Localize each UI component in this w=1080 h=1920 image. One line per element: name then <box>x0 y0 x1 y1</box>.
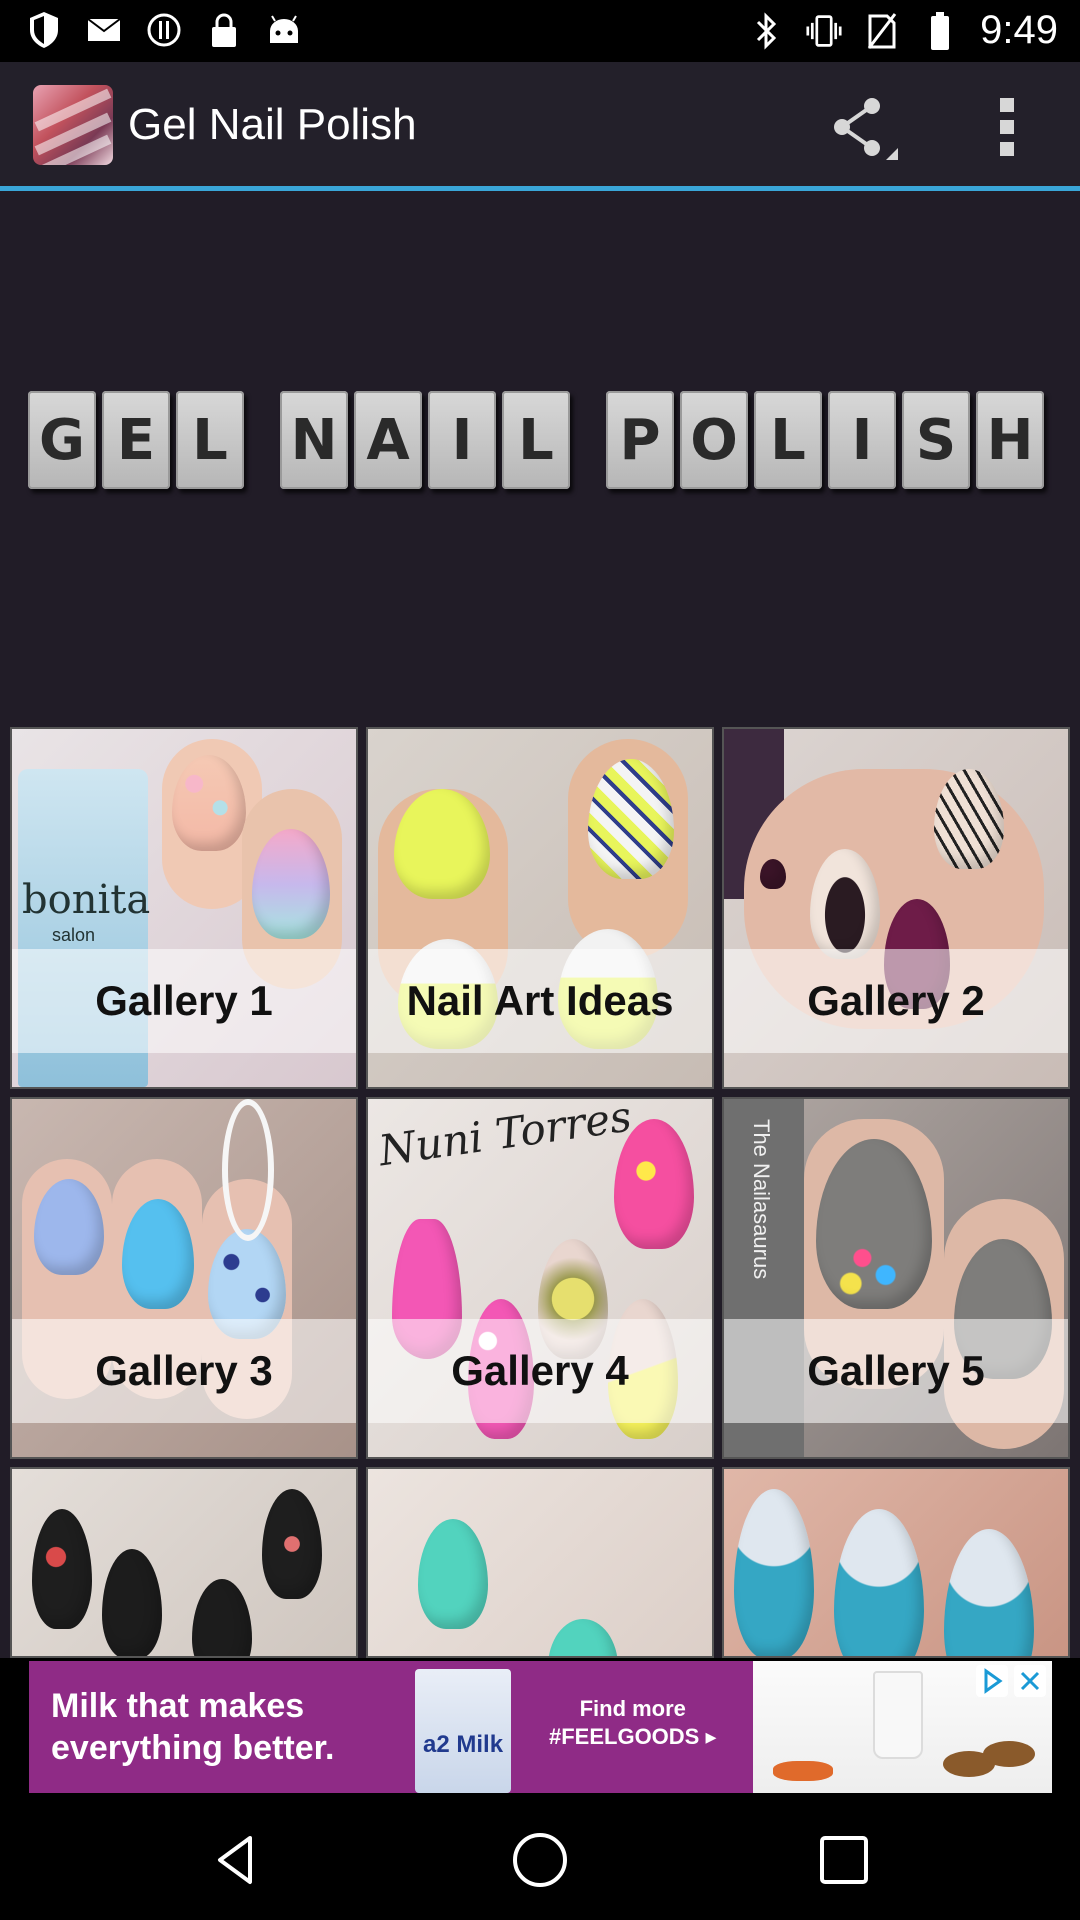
ad-cta-line-1: Find more <box>579 1696 686 1721</box>
hero-title: G E L N A I L P O L I S H <box>28 391 1050 489</box>
letter-tile: I <box>428 391 496 489</box>
share-icon <box>834 98 898 160</box>
vibrate-icon <box>806 11 842 51</box>
ad-headline-line-2: everything better. <box>51 1729 335 1767</box>
home-button[interactable] <box>500 1820 580 1900</box>
ad-cta-line-2: #FEELGOODS ▸ <box>549 1724 717 1749</box>
gallery-tile-gallery-1[interactable]: bonita salon Gallery 1 <box>10 727 358 1089</box>
gallery-tile-label: Gallery 4 <box>451 1347 629 1394</box>
letter-tile: N <box>280 391 348 489</box>
mail-icon <box>86 10 122 50</box>
letter-tile: L <box>502 391 570 489</box>
bluetooth-icon <box>748 11 784 51</box>
gallery-tile-label: Gallery 1 <box>95 977 273 1024</box>
ad-choices-icon[interactable] <box>976 1665 1008 1697</box>
ad-brand: a2 Milk <box>423 1731 504 1758</box>
image-watermark: The Nailasaurus <box>749 1119 774 1280</box>
back-icon <box>218 1836 252 1884</box>
gallery-tile-gallery-3[interactable]: Gallery 3 <box>10 1097 358 1459</box>
alert-icon <box>146 10 182 50</box>
more-options-button[interactable] <box>982 92 1032 162</box>
no-sim-icon <box>864 11 900 51</box>
app-title: Gel Nail Polish <box>128 100 417 149</box>
letter-tile: H <box>976 391 1044 489</box>
app-logo-icon <box>33 85 113 165</box>
recents-button[interactable] <box>804 1820 884 1900</box>
image-signature: Nuni Torres <box>375 1097 635 1176</box>
letter-tile: G <box>28 391 96 489</box>
cookie-icon <box>983 1741 1035 1767</box>
back-button[interactable] <box>196 1820 276 1900</box>
letter-tile: O <box>680 391 748 489</box>
gallery-tile-gallery-4[interactable]: Nuni Torres Gallery 4 <box>366 1097 714 1459</box>
letter-tile: S <box>902 391 970 489</box>
letter-tile: E <box>102 391 170 489</box>
milk-glass-icon <box>873 1671 923 1759</box>
gallery-tile-label: Gallery 5 <box>807 1347 985 1394</box>
android-icon <box>266 10 302 50</box>
gallery-tile-label: Nail Art Ideas <box>406 977 674 1024</box>
gallery-tile-item-7[interactable] <box>10 1467 358 1658</box>
more-vert-icon <box>1000 98 1014 156</box>
gallery-tile-item-8[interactable] <box>366 1467 714 1658</box>
lock-icon <box>206 10 242 50</box>
share-button[interactable] <box>820 92 900 162</box>
close-icon <box>1020 1671 1040 1691</box>
gallery-tile-item-9[interactable] <box>722 1467 1070 1658</box>
hero-banner: G E L N A I L P O L I S H <box>0 191 1080 715</box>
gallery-tile-gallery-5[interactable]: The Nailasaurus Gallery 5 <box>722 1097 1070 1459</box>
ad-headline-line-1: Milk that makes <box>51 1687 305 1725</box>
letter-tile: A <box>354 391 422 489</box>
gallery-tile-label: Gallery 2 <box>807 977 985 1024</box>
gallery-tile-nail-art-ideas[interactable]: Nail Art Ideas <box>366 727 714 1089</box>
ad-banner[interactable]: Milk that makes everything better. a2 Mi… <box>29 1661 1052 1793</box>
letter-tile: P <box>606 391 674 489</box>
gallery-grid: bonita salon Gallery 1 Nail Art Ideas Ga… <box>0 715 1080 1658</box>
app-bar: Gel Nail Polish <box>0 62 1080 191</box>
ad-cta[interactable]: Find more #FEELGOODS ▸ <box>549 1695 717 1751</box>
bottle-brand: bonita <box>22 877 151 923</box>
milk-carton: a2 Milk <box>415 1669 511 1793</box>
navigation-bar <box>0 1800 1080 1920</box>
ad-headline: Milk that makes everything better. <box>51 1685 334 1769</box>
status-bar: 9:49 <box>0 0 1080 62</box>
bottle-subtext: salon <box>52 925 96 945</box>
battery-icon <box>922 11 958 51</box>
shield-icon <box>26 10 62 50</box>
letter-tile: I <box>828 391 896 489</box>
letter-tile: L <box>754 391 822 489</box>
letter-tile: L <box>176 391 244 489</box>
clock: 9:49 <box>980 8 1058 52</box>
ad-close-button[interactable] <box>1014 1665 1046 1697</box>
home-icon <box>513 1833 567 1887</box>
gallery-tile-gallery-2[interactable]: Gallery 2 <box>722 727 1070 1089</box>
napkin <box>773 1761 833 1781</box>
recents-icon <box>820 1836 868 1884</box>
gallery-tile-label: Gallery 3 <box>95 1347 273 1394</box>
